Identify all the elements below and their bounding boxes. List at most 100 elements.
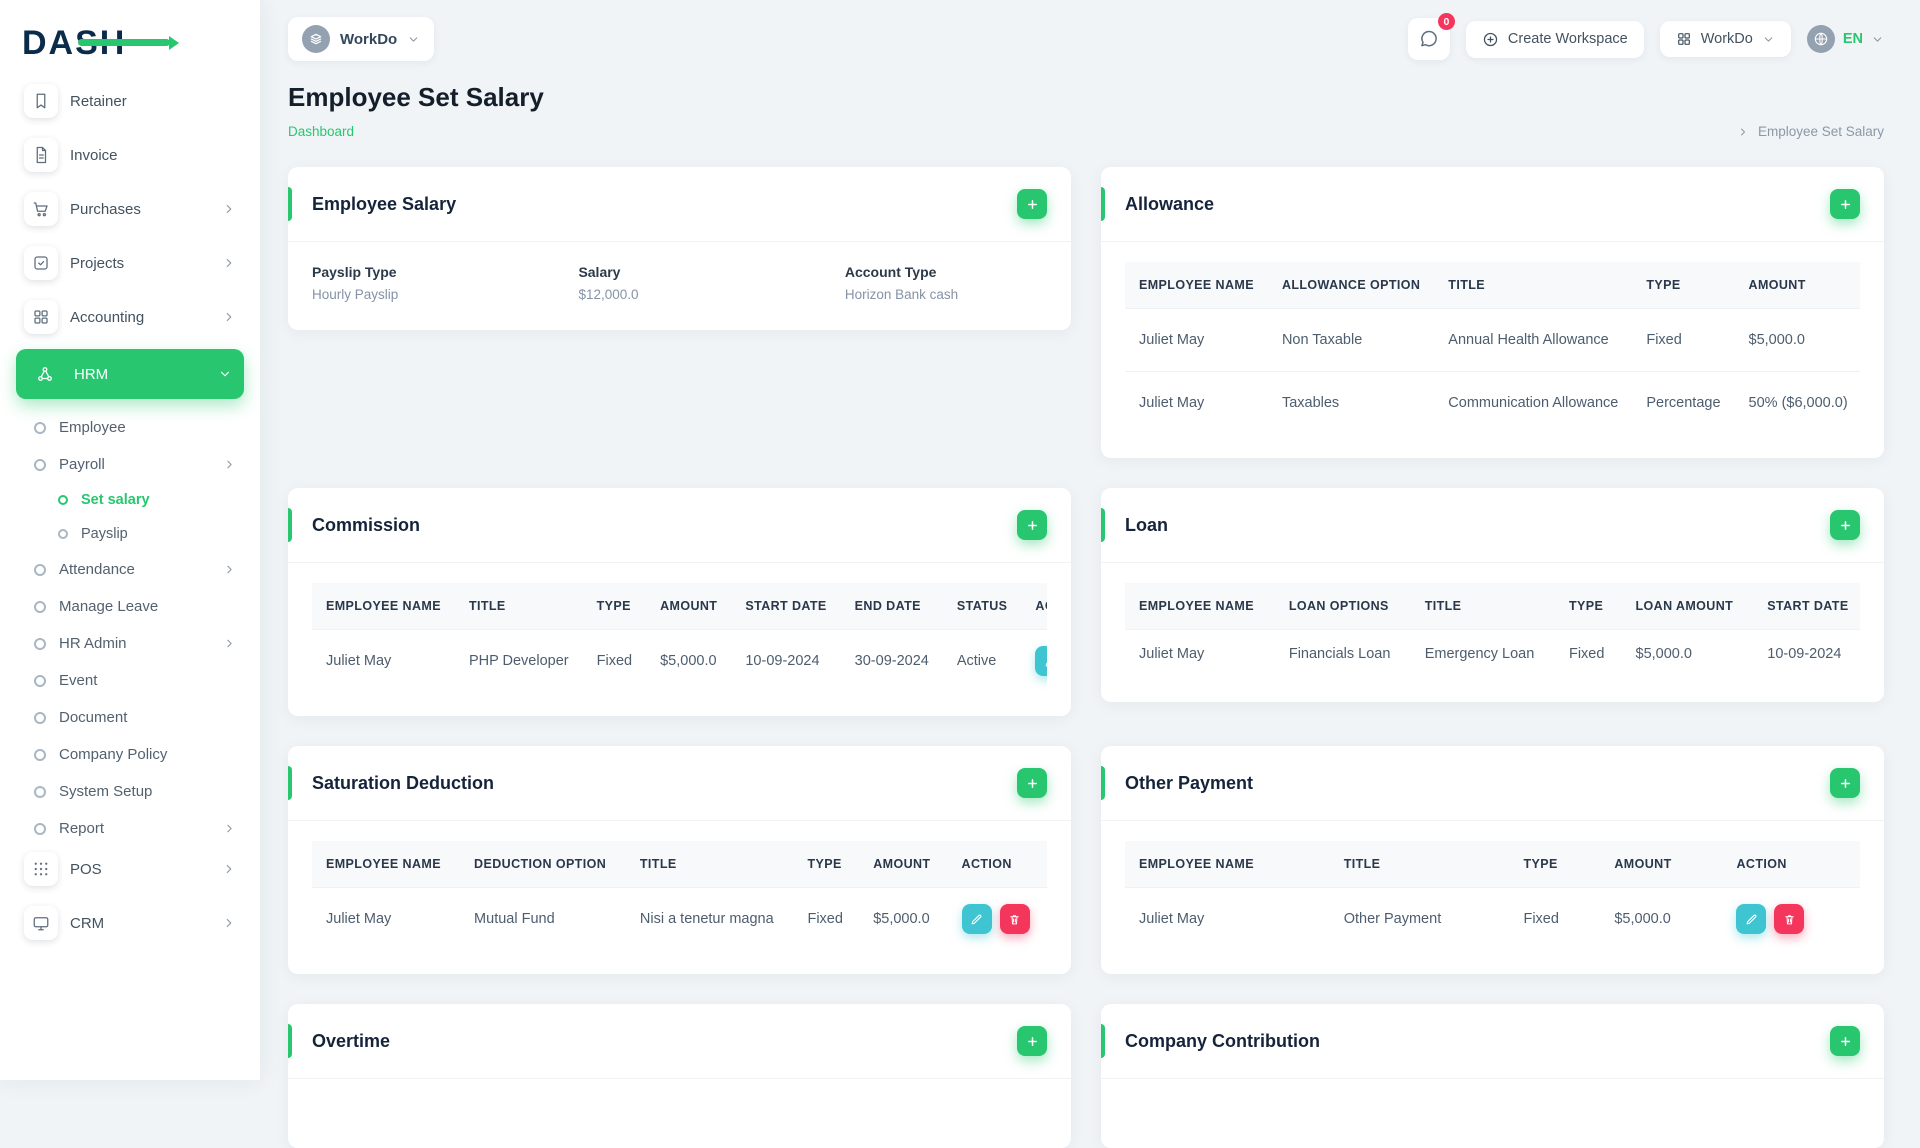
sidebar-item-label: Employee	[59, 419, 126, 436]
card-accent-bar	[288, 1024, 292, 1058]
column-header: Status	[942, 583, 1022, 630]
saturation-deduction-card: Saturation Deduction Employee Name Deduc…	[288, 746, 1071, 974]
bullet-icon	[34, 421, 46, 434]
sidebar-item-document[interactable]: Document	[16, 699, 244, 736]
create-workspace-button[interactable]: Create Workspace	[1465, 20, 1644, 58]
field-value: Horizon Bank cash	[844, 287, 959, 302]
table-header-row: Employee Name Deduction Option Title Typ…	[312, 841, 1047, 888]
bullet-icon	[58, 495, 68, 505]
edit-button[interactable]	[1035, 646, 1047, 676]
chevron-right-icon	[222, 862, 236, 876]
cell-title: Emergency Loan	[1410, 629, 1555, 678]
add-employee-salary-button[interactable]	[1017, 189, 1047, 219]
sidebar-item-pos[interactable]: POS	[16, 847, 244, 891]
sidebar-item-label: Set salary	[81, 492, 150, 508]
card-header: Employee Salary	[288, 167, 1071, 241]
sidebar-item-label: Invoice	[70, 146, 118, 164]
sidebar-item-label: Report	[59, 820, 105, 837]
messages-button[interactable]: 0	[1407, 13, 1455, 60]
table-row: Juliet May Mutual Fund Nisi a tenetur ma…	[312, 887, 1047, 950]
language-selector[interactable]: EN	[1806, 25, 1884, 53]
sidebar-item-payroll[interactable]: Payroll	[16, 446, 244, 483]
cell-option: Mutual Fund	[460, 887, 626, 950]
column-header: Employee Name	[312, 583, 455, 630]
column-header: Deduction Option	[460, 841, 626, 888]
bullet-icon	[34, 748, 46, 761]
other-payment-card: Other Payment Employee Name Title Type A…	[1101, 746, 1884, 974]
cell-amount: 50% ($6,000.0)	[1734, 371, 1860, 434]
sidebar-item-set-salary[interactable]: Set salary	[16, 483, 244, 517]
add-overtime-button[interactable]	[1017, 1026, 1047, 1056]
sidebar-item-hrm[interactable]: HRM	[16, 349, 244, 399]
delete-button[interactable]	[999, 904, 1030, 934]
breadcrumb-current: Employee Set Salary	[1757, 124, 1884, 139]
apps-menu-button[interactable]: WorkDo	[1659, 21, 1791, 57]
chevron-down-icon	[1762, 33, 1775, 46]
sidebar-item-invoice[interactable]: Invoice	[16, 133, 244, 177]
card-title: Company Contribution	[1125, 1030, 1320, 1051]
cell-amount: $5,000.0	[859, 887, 948, 950]
add-loan-button[interactable]	[1830, 510, 1860, 540]
table-row: Juliet May Financials Loan Emergency Loa…	[1125, 629, 1860, 678]
apps-grid-icon	[1676, 31, 1692, 47]
field: Account Type Horizon Bank cash	[845, 264, 1047, 302]
sidebar-item-label: System Setup	[59, 783, 153, 800]
messages-badge: 0	[1437, 13, 1455, 30]
sidebar-item-label: CRM	[70, 914, 105, 932]
cell-amount: $5,000.0	[1600, 887, 1723, 950]
sidebar-item-projects[interactable]: Projects	[16, 241, 244, 285]
add-allowance-button[interactable]	[1830, 189, 1860, 219]
sidebar-item-payslip[interactable]: Payslip	[16, 517, 244, 551]
field-value: $12,000.0	[578, 287, 639, 302]
card-title: Allowance	[1125, 193, 1215, 214]
cell-option: Taxables	[1267, 371, 1435, 434]
sidebar-item-retainer[interactable]: Retainer	[16, 79, 244, 123]
edit-button[interactable]	[961, 904, 992, 934]
bullet-icon	[34, 458, 46, 471]
sidebar-item-report[interactable]: Report	[16, 810, 244, 847]
loan-card: Loan Employee Name Loan Options Title Ty…	[1101, 488, 1884, 702]
field: Salary $12,000.0	[578, 264, 844, 302]
add-other-payment-button[interactable]	[1830, 768, 1860, 798]
sidebar-item-attendance[interactable]: Attendance	[16, 551, 244, 588]
sidebar-item-label: Attendance	[59, 561, 135, 578]
table-header-row: Employee Name Title Type Amount Start Da…	[312, 583, 1047, 630]
cell-employee: Juliet May	[1125, 629, 1275, 678]
field: Payslip Type Hourly Payslip	[312, 264, 578, 302]
card-header: Allowance	[1101, 167, 1884, 241]
sidebar-item-crm[interactable]: CRM	[16, 901, 244, 945]
card-accent-bar	[1101, 508, 1105, 542]
chevron-right-icon	[223, 637, 236, 650]
check-square-icon	[24, 246, 58, 280]
sidebar-item-event[interactable]: Event	[16, 662, 244, 699]
sidebar-item-label: HR Admin	[59, 635, 127, 652]
sidebar-item-accounting[interactable]: Accounting	[16, 295, 244, 339]
column-header: Loan Amount	[1621, 583, 1754, 630]
sidebar-item-hr-admin[interactable]: HR Admin	[16, 625, 244, 662]
sidebar-item-system-setup[interactable]: System Setup	[16, 773, 244, 810]
workspace-switcher[interactable]: WorkDo	[288, 17, 435, 61]
cards-grid: Employee Salary Payslip Type Hourly Pays…	[288, 167, 1884, 1148]
workspace-icon	[302, 25, 330, 53]
cell-title: Nisi a tenetur magna	[625, 887, 794, 950]
breadcrumb-dashboard-link[interactable]: Dashboard	[288, 124, 354, 139]
hub-icon	[28, 357, 62, 391]
sidebar-item-company-policy[interactable]: Company Policy	[16, 736, 244, 773]
card-header: Company Contribution	[1101, 1004, 1884, 1078]
cell-type: Fixed	[582, 629, 647, 692]
delete-button[interactable]	[1774, 904, 1805, 934]
add-company-contribution-button[interactable]	[1830, 1026, 1860, 1056]
edit-button[interactable]	[1736, 904, 1767, 934]
sidebar-item-purchases[interactable]: Purchases	[16, 187, 244, 231]
allowance-table: Employee Name Allowance Option Title Typ…	[1101, 241, 1884, 458]
add-commission-button[interactable]	[1017, 510, 1047, 540]
card-title: Loan	[1125, 514, 1168, 535]
sidebar-item-employee[interactable]: Employee	[16, 409, 244, 446]
sidebar-item-label: POS	[70, 860, 102, 878]
add-saturation-deduction-button[interactable]	[1017, 768, 1047, 798]
sidebar-item-manage-leave[interactable]: Manage Leave	[16, 588, 244, 625]
sidebar-item-label: Payslip	[81, 526, 128, 542]
cell-amount: $5,000.0	[1621, 629, 1754, 678]
column-header: End Date	[840, 583, 943, 630]
column-header: Employee Name	[1125, 583, 1275, 630]
